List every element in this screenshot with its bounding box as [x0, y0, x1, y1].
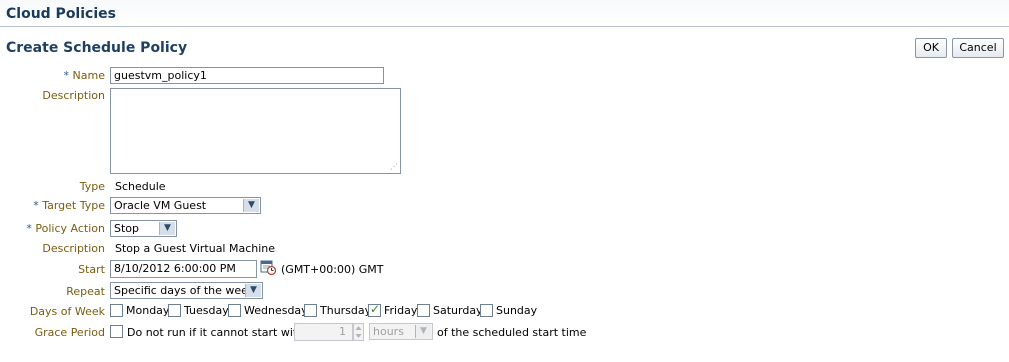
cancel-button[interactable]: Cancel [952, 38, 1004, 58]
grace-period-suffix: of the scheduled start time [437, 326, 587, 339]
start-label: Start [78, 263, 105, 276]
description-textarea[interactable]: ⋰ [110, 88, 401, 174]
policy-action-select[interactable]: Stop ▼ [110, 220, 177, 237]
type-value: Schedule [115, 180, 166, 193]
day-label-friday: Friday [384, 304, 418, 317]
checkbox-monday[interactable] [110, 304, 123, 317]
chevron-down-icon[interactable]: ▼ [415, 325, 431, 338]
page-title: Cloud Policies [6, 6, 116, 22]
checkbox-friday[interactable]: ✓ [368, 302, 381, 317]
chevron-down-icon[interactable]: ▼ [159, 222, 175, 235]
chevron-down-icon[interactable]: ▼ [245, 284, 261, 297]
chevron-down-icon[interactable]: ▼ [243, 199, 259, 212]
type-label: Type [79, 180, 105, 193]
start-date-field[interactable]: 8/10/2012 6:00:00 PM [110, 260, 257, 278]
name-label: * Name [63, 69, 105, 82]
resize-grip-icon[interactable]: ⋰ [390, 163, 398, 171]
checkbox-tuesday[interactable] [168, 304, 181, 317]
days-of-week-group: Monday Tuesday Wednesday Thursday ✓ Friday Sat… [110, 302, 570, 318]
ok-button[interactable]: OK [915, 38, 947, 58]
checkbox-wednesday[interactable] [228, 304, 241, 317]
grace-period-checkbox[interactable] [110, 325, 123, 338]
description-label: Description [42, 89, 105, 102]
checkbox-sunday[interactable] [480, 304, 493, 317]
start-timezone: (GMT+00:00) GMT [281, 263, 384, 276]
checkmark-icon: ✓ [370, 302, 381, 316]
checkbox-thursday[interactable] [304, 304, 317, 317]
days-of-week-label: Days of Week [29, 305, 105, 318]
action-description-value: Stop a Guest Virtual Machine [115, 242, 276, 255]
target-type-select[interactable]: Oracle VM Guest ▼ [110, 197, 261, 214]
spinner-icon[interactable] [353, 323, 364, 341]
form-title: Create Schedule Policy [6, 40, 188, 56]
grace-period-unit-select[interactable]: hours ▼ [369, 323, 433, 340]
name-field[interactable]: guestvm_policy1 [110, 67, 384, 84]
policy-action-label: * Policy Action [26, 222, 105, 235]
grace-period-number-field[interactable]: 1 [294, 323, 353, 341]
day-label-saturday: Saturday [433, 304, 483, 317]
grace-period-label: Grace Period [34, 326, 105, 339]
repeat-select[interactable]: Specific days of the week ▼ [110, 282, 263, 299]
day-label-sunday: Sunday [496, 304, 538, 317]
calendar-clock-icon[interactable] [260, 259, 276, 275]
page-header: Cloud Policies [0, 0, 1009, 27]
checkbox-saturday[interactable] [417, 304, 430, 317]
day-label-monday: Monday [126, 304, 170, 317]
target-type-label: * Target Type [33, 199, 105, 212]
target-type-value: Oracle VM Guest [114, 199, 207, 212]
repeat-value: Specific days of the week [114, 284, 255, 297]
grace-period-unit-value: hours [373, 325, 404, 338]
day-label-wednesday: Wednesday [244, 304, 308, 317]
grace-period-checkbox-label: Do not run if it cannot start within [127, 326, 315, 339]
policy-action-value: Stop [114, 222, 140, 235]
action-description-label: Description [42, 242, 105, 255]
day-label-thursday: Thursday [320, 304, 372, 317]
repeat-label: Repeat [66, 285, 105, 298]
day-label-tuesday: Tuesday [184, 304, 229, 317]
